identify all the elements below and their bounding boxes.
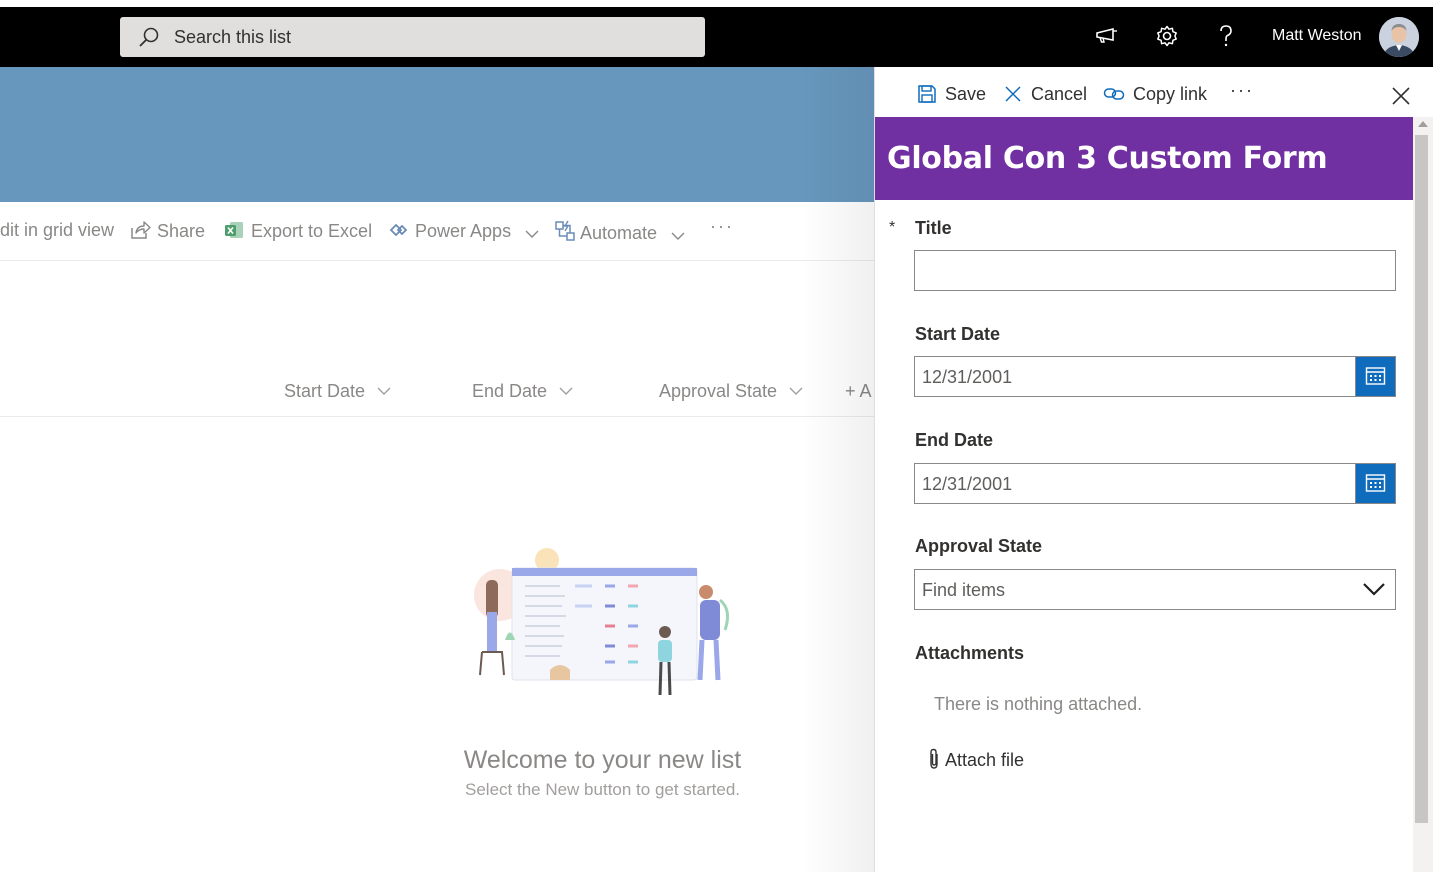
column-headers: Start Date End Date Approval State + A [0, 370, 874, 417]
avatar-photo [1379, 17, 1419, 57]
approval-state-dropdown[interactable]: Find items [914, 569, 1396, 610]
column-header-end-date[interactable]: End Date [472, 381, 574, 402]
start-date-field[interactable]: 12/31/2001 [914, 356, 1396, 397]
automate-button[interactable]: Automate [554, 220, 686, 244]
approval-state-value: Find items [922, 580, 1006, 600]
attach-file-button[interactable]: Attach file [927, 748, 1024, 771]
column-label: Start Date [284, 381, 366, 401]
chevron-down-icon [671, 232, 685, 240]
power-apps-button[interactable]: Power Apps [388, 220, 540, 242]
scroll-up-arrow[interactable] [1418, 121, 1428, 127]
command-bar: dit in grid view Share Export to Excel P… [0, 202, 874, 261]
form-title: Global Con 3 Custom Form [887, 141, 1328, 176]
export-excel-button[interactable]: Export to Excel [224, 220, 372, 242]
top-strip [0, 0, 1433, 7]
edit-grid-view-button[interactable]: dit in grid view [0, 220, 114, 241]
calendar-icon [1365, 367, 1386, 385]
column-label: Approval State [659, 381, 778, 401]
required-marker: * [889, 219, 896, 236]
automate-label: Automate [580, 223, 658, 243]
cancel-icon [1005, 86, 1021, 102]
start-date-calendar-button[interactable] [1355, 357, 1395, 396]
powerapps-icon [389, 223, 408, 237]
cancel-button[interactable]: Cancel [1003, 84, 1087, 105]
title-field[interactable] [914, 250, 1396, 291]
start-date-value: 12/31/2001 [922, 367, 1013, 387]
empty-list-illustration [474, 548, 730, 696]
calendar-icon [1365, 474, 1386, 492]
start-date-label: Start Date [915, 324, 1001, 344]
close-icon[interactable] [1390, 85, 1412, 107]
scrollbar-thumb[interactable] [1415, 135, 1428, 823]
title-label: Title [915, 218, 952, 238]
chevron-down-icon [525, 230, 539, 238]
scrollbar[interactable] [1413, 117, 1433, 872]
more-commands-button[interactable]: ··· [710, 216, 734, 237]
form-header: Global Con 3 Custom Form [875, 117, 1413, 200]
share-button[interactable]: Share [130, 220, 205, 242]
edit-form-panel: Save Cancel Copy link ··· Global Con 3 C… [874, 67, 1433, 872]
help-icon[interactable] [1213, 23, 1239, 49]
paperclip-icon [930, 748, 938, 769]
share-icon [131, 221, 151, 239]
end-date-field[interactable]: 12/31/2001 [914, 463, 1396, 504]
automate-icon [555, 220, 575, 241]
column-header-start-date[interactable]: Start Date [284, 381, 392, 402]
end-date-value: 12/31/2001 [922, 474, 1013, 494]
more-options-button[interactable]: ··· [1230, 80, 1254, 101]
panel-shadow [800, 67, 874, 872]
cancel-label: Cancel [1031, 84, 1088, 104]
excel-icon [225, 222, 243, 238]
attachments-label: Attachments [915, 643, 1025, 663]
export-excel-label: Export to Excel [251, 221, 373, 241]
search-input[interactable] [174, 17, 694, 57]
megaphone-icon[interactable] [1094, 23, 1120, 49]
chevron-down-icon [559, 387, 573, 395]
save-label: Save [945, 84, 987, 104]
attach-file-label: Attach file [945, 750, 1025, 770]
save-button[interactable]: Save [917, 84, 986, 105]
user-name[interactable]: Matt Weston [1272, 27, 1362, 45]
approval-state-label: Approval State [915, 536, 1043, 556]
copy-link-button[interactable]: Copy link [1103, 84, 1207, 105]
share-label: Share [157, 221, 206, 241]
chevron-down-icon [377, 387, 391, 395]
gear-icon[interactable] [1154, 23, 1180, 49]
search-icon [139, 27, 159, 47]
save-icon [918, 85, 936, 103]
avatar[interactable] [1379, 17, 1419, 57]
end-date-label: End Date [915, 430, 994, 450]
search-box[interactable] [120, 17, 705, 57]
power-apps-label: Power Apps [415, 221, 512, 241]
edit-grid-view-label: dit in grid view [0, 220, 115, 240]
link-icon [1103, 88, 1125, 100]
copy-link-label: Copy link [1133, 84, 1208, 104]
column-label: End Date [472, 381, 548, 401]
chevron-down-icon[interactable] [1362, 580, 1386, 598]
suite-bar: Matt Weston [0, 7, 1433, 67]
end-date-calendar-button[interactable] [1355, 464, 1395, 503]
site-banner [0, 67, 874, 202]
column-header-approval-state[interactable]: Approval State [659, 381, 804, 402]
no-attachments-text: There is nothing attached. [934, 694, 1143, 714]
